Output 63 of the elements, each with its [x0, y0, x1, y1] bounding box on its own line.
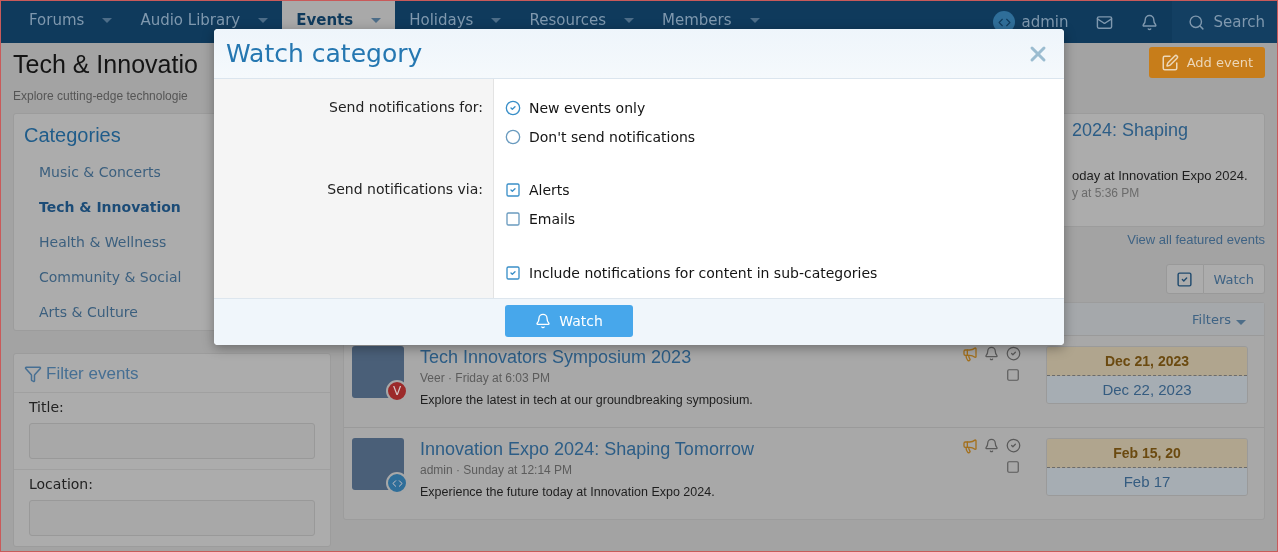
nav-tab[interactable]: Resources — [515, 1, 649, 43]
checkbox-icon[interactable] — [505, 210, 521, 227]
caret-icon[interactable] — [102, 18, 113, 23]
checkbox-checked-icon[interactable] — [505, 264, 521, 281]
caret-icon[interactable] — [371, 18, 382, 23]
select-checkbox[interactable] — [1006, 368, 1022, 382]
form-label: Send notifications via: — [327, 180, 483, 199]
checkbox-option[interactable]: Include notifications for content in sub-categories — [505, 258, 1064, 287]
event-meta: admin · Sunday at 12:14 PM — [420, 463, 574, 477]
bell-icon — [984, 438, 999, 453]
radio-option[interactable]: Don't send notifications — [505, 122, 1064, 151]
end-date: Feb 17 — [1047, 467, 1247, 495]
watch-button[interactable]: Watch — [1203, 264, 1265, 294]
start-date: Feb 15, 20 — [1047, 439, 1247, 468]
featured-event-description: oday at Innovation Expo 2024. — [1072, 168, 1249, 183]
check-circle-icon — [1006, 438, 1021, 453]
caret-icon[interactable] — [624, 18, 635, 23]
checkbox-checked-icon[interactable] — [505, 181, 521, 198]
checkbox-icon[interactable] — [1176, 270, 1193, 288]
search-button[interactable]: Search — [1172, 1, 1277, 43]
featured-event-meta: y at 5:36 PM — [1072, 186, 1141, 200]
photo-placeholder — [352, 346, 404, 398]
caret-icon[interactable] — [749, 18, 760, 23]
event-title[interactable]: Innovation Expo 2024: Shaping Tomorrow — [420, 438, 946, 460]
event-meta: Veer · Friday at 6:03 PM — [420, 371, 552, 385]
bell-icon — [984, 346, 999, 361]
bell-icon[interactable] — [535, 313, 552, 329]
avatar-badge: V — [386, 380, 408, 402]
event-description: Experience the future today at Innovation Expo 2024. — [420, 485, 716, 499]
add-event-button[interactable]: Add event — [1148, 47, 1265, 78]
page-description: Explore cutting-edge technologie — [13, 89, 189, 103]
event-title[interactable]: Tech Innovators Symposium 2023 — [420, 346, 946, 368]
radio-checked-icon[interactable] — [505, 99, 521, 116]
select-checkbox[interactable] — [1006, 460, 1022, 474]
panel-heading: Categories — [23, 123, 122, 148]
field-label: Title: — [29, 399, 65, 415]
form-label: Send notifications for: — [329, 98, 483, 117]
checkbox-option[interactable]: Emails — [505, 204, 1064, 233]
nav-tab[interactable]: Members — [648, 1, 774, 43]
radio-option[interactable]: New events only — [505, 93, 1064, 122]
select-checkbox-button[interactable] — [1165, 264, 1204, 294]
check-circle-icon — [1006, 346, 1021, 361]
filters-button[interactable]: Filters — [1186, 310, 1252, 328]
search-icon[interactable] — [1188, 13, 1206, 31]
start-date: Dec 21, 2023 — [1047, 347, 1247, 376]
caret-icon[interactable] — [258, 18, 269, 23]
end-date: Dec 22, 2023 — [1047, 375, 1247, 403]
photo-placeholder — [352, 438, 404, 490]
event-description: Explore the latest in tech at our groundbreaking symposium. — [420, 393, 754, 407]
field-label: Location: — [29, 476, 94, 492]
filter-icon — [24, 365, 42, 383]
view-all-link[interactable]: View all featured events — [1127, 232, 1265, 247]
edit-icon[interactable] — [1160, 53, 1179, 72]
page-title: Tech & Innovatio — [13, 49, 198, 79]
panel-heading: Filter events — [46, 364, 139, 384]
radio-icon[interactable] — [505, 128, 521, 145]
featured-event-title[interactable]: 2024: Shaping — [1072, 120, 1264, 141]
watch-button[interactable]: Watch — [505, 305, 633, 337]
megaphone-icon — [962, 438, 978, 454]
megaphone-icon — [962, 346, 978, 362]
caret-icon[interactable] — [491, 18, 502, 23]
checkbox-option[interactable]: Alerts — [505, 175, 1064, 204]
nav-tab[interactable]: Forums — [15, 1, 127, 43]
